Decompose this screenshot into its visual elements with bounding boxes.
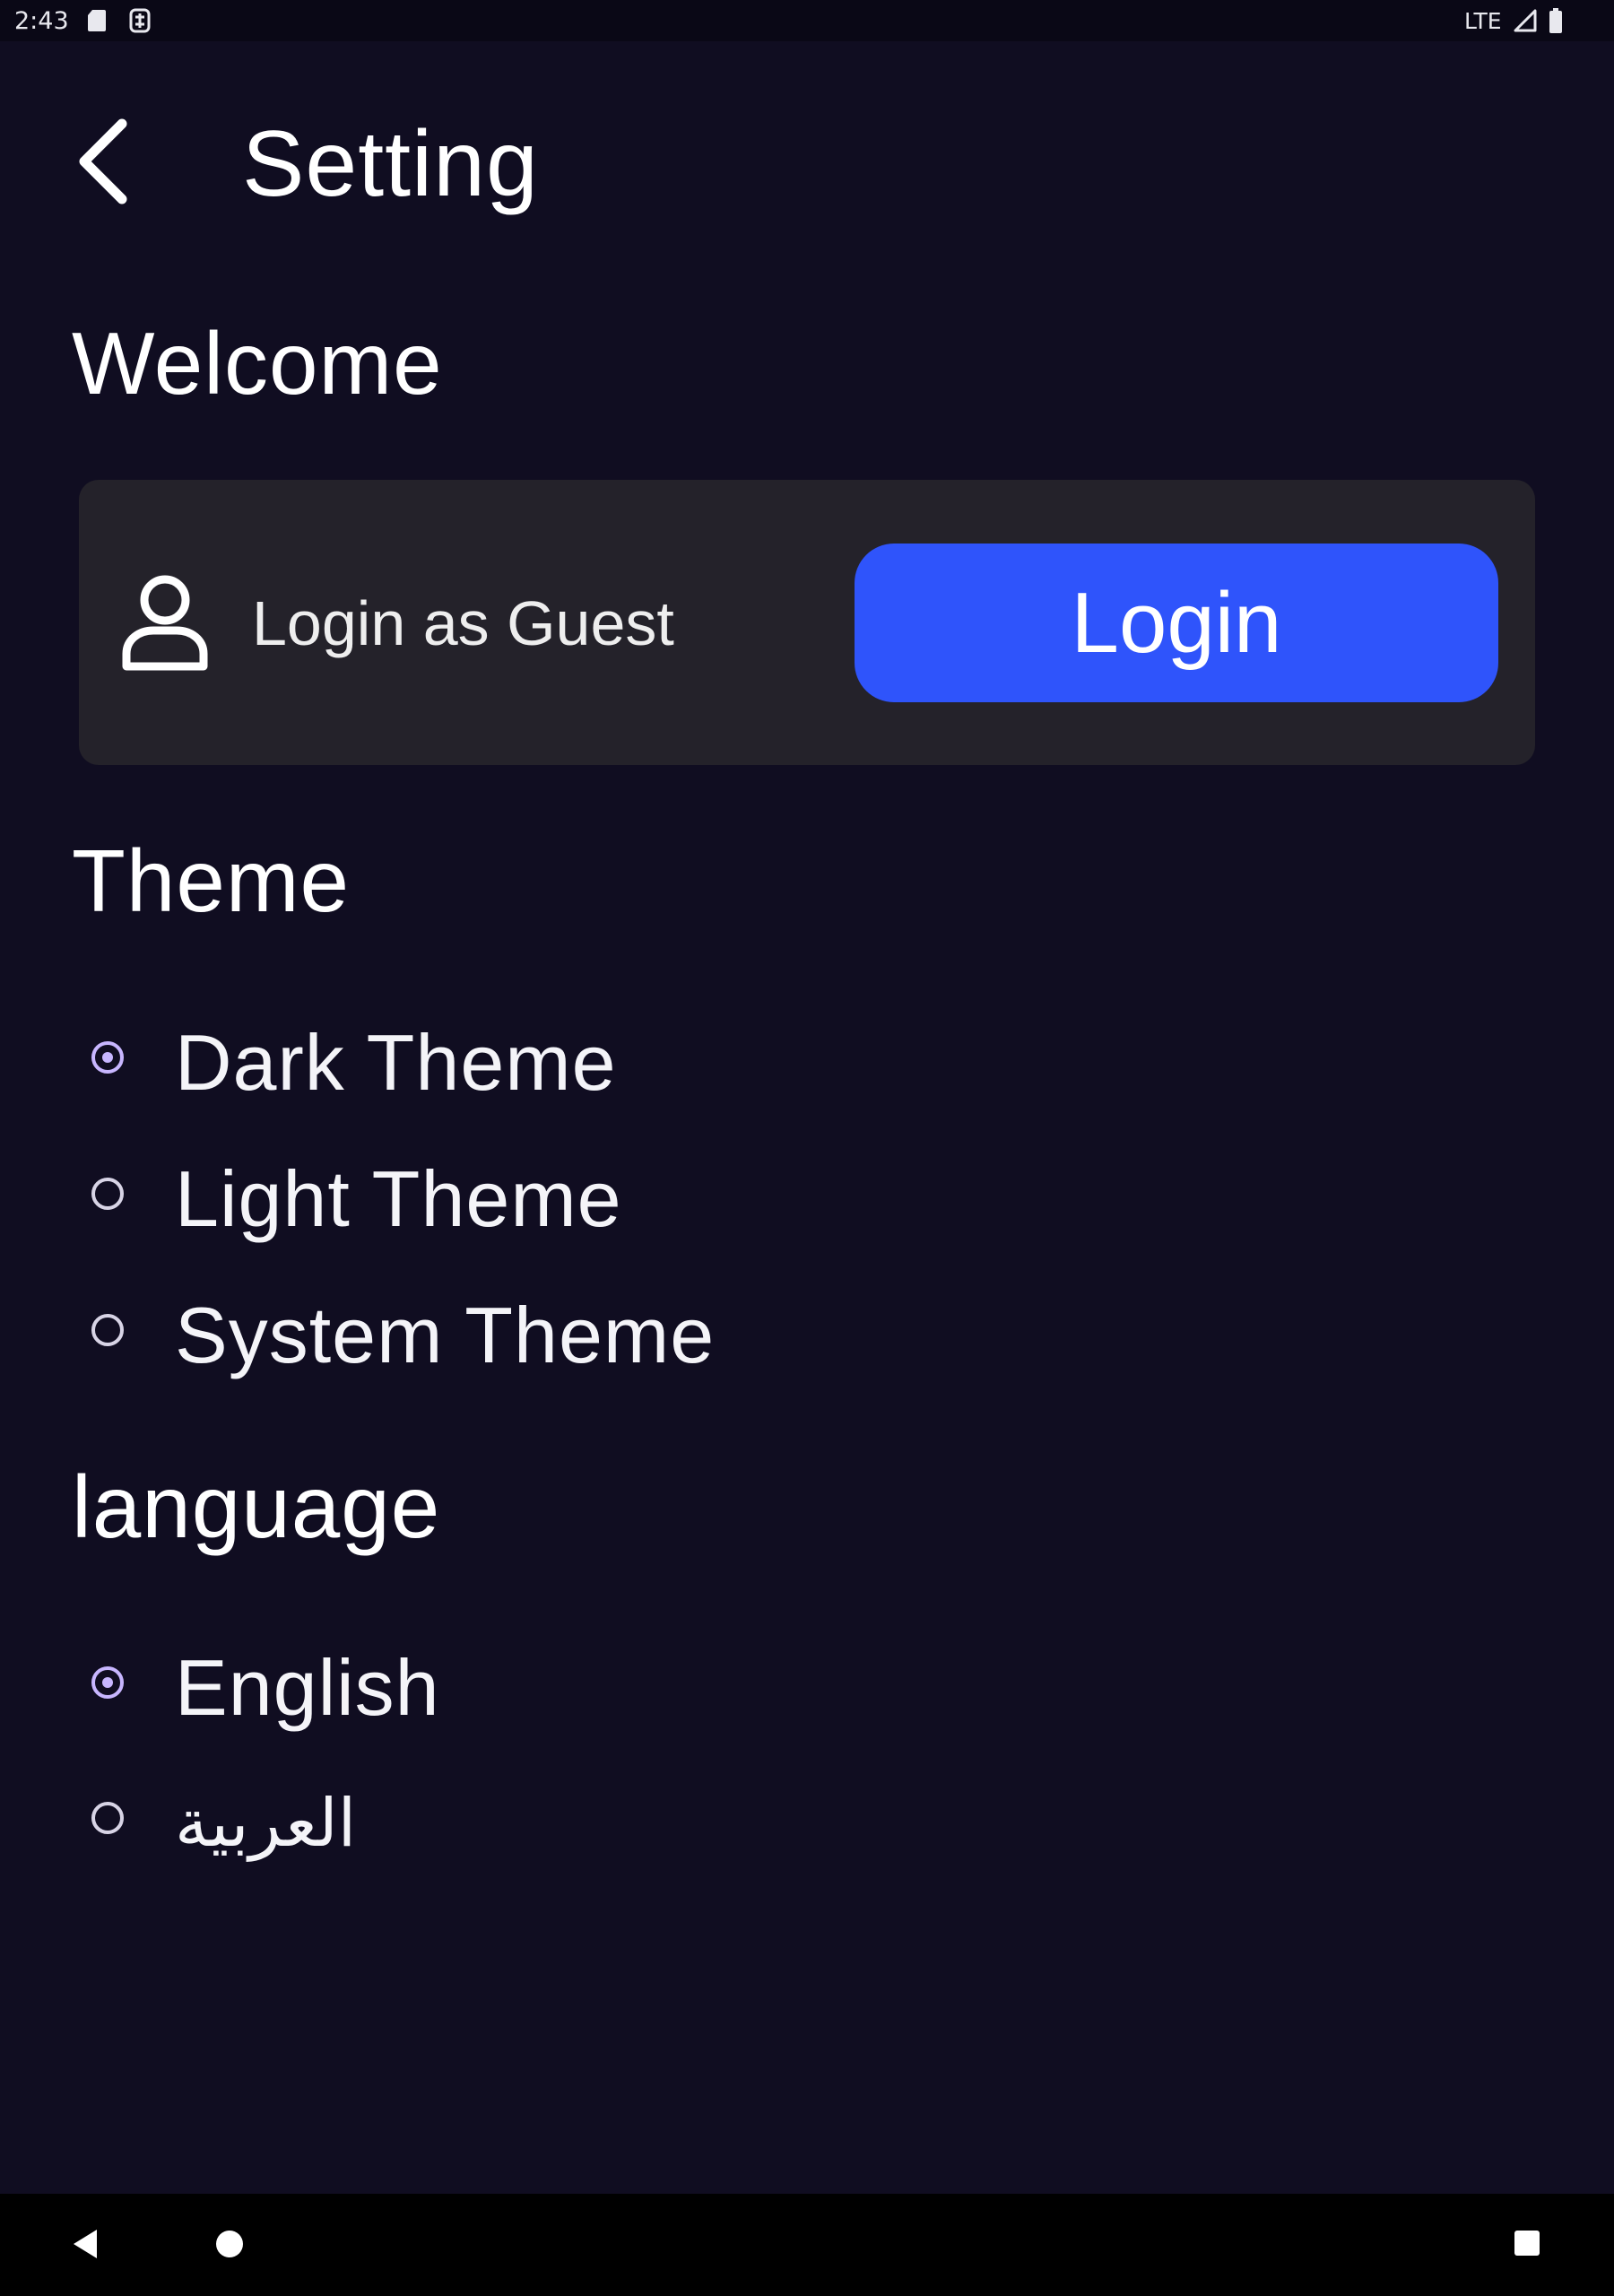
theme-option-label: System Theme [175,1291,716,1379]
radio-unselected[interactable] [91,1314,124,1346]
theme-option-label: Light Theme [175,1154,622,1243]
chevron-left-icon [79,118,127,204]
radio-dot [102,1677,113,1688]
theme-option-label: Dark Theme [175,1018,617,1107]
network-type: LTE [1464,8,1502,34]
nav-home-icon[interactable] [215,2230,244,2258]
language-option-label: العربية [175,1785,357,1862]
status-time: 2:43 [14,7,69,35]
guest-label: Login as Guest [252,588,674,658]
welcome-heading: Welcome [72,314,443,413]
login-button[interactable]: Login [855,544,1498,702]
language-option-arabic[interactable]: العربية [82,1761,979,1877]
battery-icon [1549,8,1562,33]
language-heading: language [72,1457,441,1556]
status-bar: 2:43 LTE [0,0,1614,41]
back-button[interactable] [63,108,143,215]
page-title: Setting [242,112,539,216]
system-nav-bar [0,2194,1614,2296]
radio-dot [102,1052,113,1063]
theme-option-dark[interactable]: Dark Theme [82,1000,979,1117]
person-outline-icon [122,575,208,671]
sync-icon [129,8,151,33]
theme-option-system[interactable]: System Theme [82,1273,979,1389]
radio-selected[interactable] [91,1041,124,1074]
nav-recents-icon[interactable] [1514,2230,1540,2257]
nav-back-icon[interactable] [72,2228,99,2260]
language-option-english[interactable]: English [82,1625,979,1742]
language-option-label: English [175,1643,440,1732]
settings-screen: 2:43 LTE Setting Welcome Login as Guest … [0,0,1614,2296]
theme-heading: Theme [72,831,351,930]
radio-unselected[interactable] [91,1178,124,1210]
guest-card: Login as Guest Login [79,480,1535,765]
radio-unselected[interactable] [91,1802,124,1834]
sd-card-icon [88,10,106,31]
radio-selected[interactable] [91,1666,124,1699]
theme-option-light[interactable]: Light Theme [82,1136,979,1253]
signal-icon [1514,9,1537,32]
